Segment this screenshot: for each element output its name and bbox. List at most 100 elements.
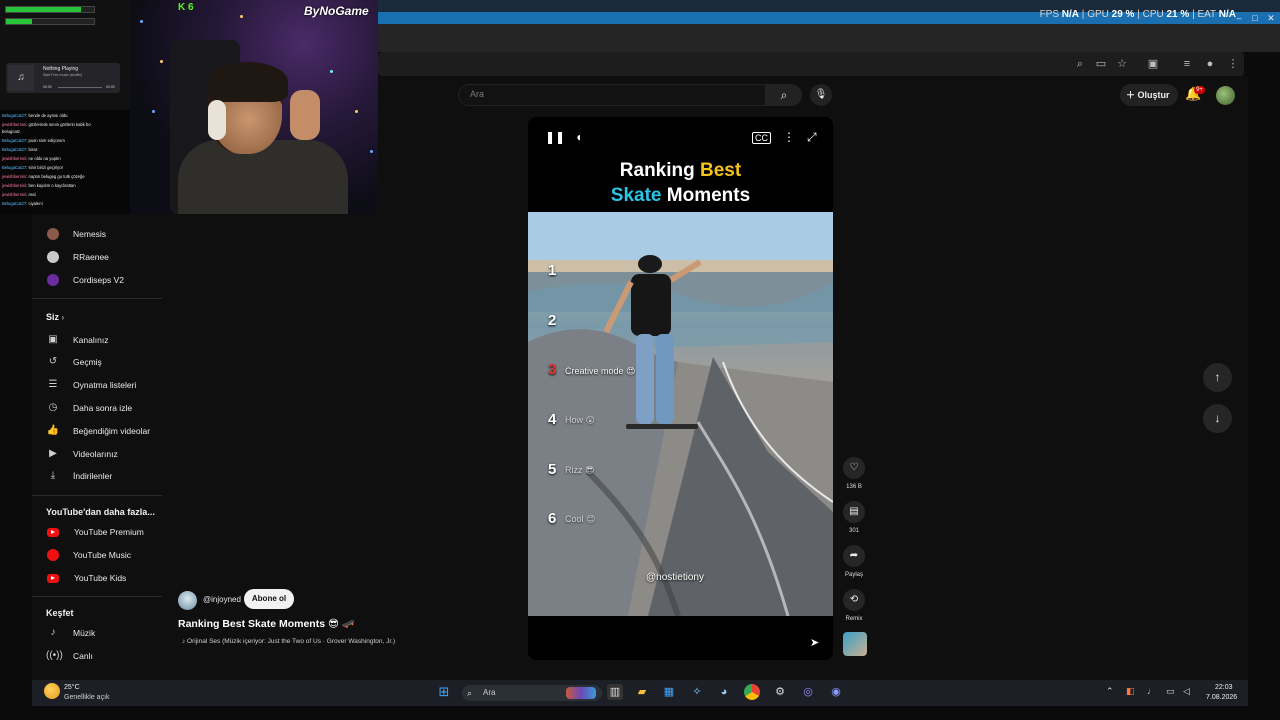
search-placeholder: Ara	[470, 89, 485, 99]
task-view-icon[interactable]: ▥	[607, 684, 623, 700]
comment-count: 301	[848, 528, 859, 534]
search-icon: ⌕	[467, 688, 473, 698]
close-icon[interactable]: ✕	[1264, 12, 1278, 24]
chat-text: ben kaydım o kaydırattan	[28, 183, 76, 188]
fairy-light	[240, 15, 243, 18]
windows-start-icon[interactable]: ⊞	[436, 684, 452, 700]
extensions-icon[interactable]: ▣	[1146, 57, 1160, 71]
zoom-icon[interactable]: ⌕	[1073, 57, 1087, 71]
sidebar-item-label: YouTube Music	[73, 550, 131, 560]
sidebar-item-youtube-music[interactable]: YouTube Music	[46, 545, 131, 565]
rank-5-number: 5	[548, 461, 557, 478]
volume-icon[interactable]: ◖	[575, 130, 582, 144]
sidebar-item-watch-later[interactable]: ◷ Daha sonra izle	[46, 398, 132, 418]
sidebar-divider	[32, 495, 162, 496]
bookmark-star-icon[interactable]: ☆	[1115, 57, 1129, 71]
playlist-icon: ☰	[48, 379, 58, 390]
microsoft-store-icon[interactable]: ▦	[661, 684, 677, 700]
short-audio-credit[interactable]: ♪ Orijinal Ses (Müzik içeriyor: Just the…	[182, 638, 395, 645]
steam-icon[interactable]: ◕	[716, 684, 732, 700]
kick-count: 6	[188, 2, 194, 13]
sidebar-item-downloads[interactable]: ⤓ İndirilenler	[46, 466, 112, 486]
chat-text: sinir birizi geçiriyor	[28, 165, 63, 170]
fairy-light	[160, 60, 163, 63]
download-icon: ⤓	[50, 470, 56, 481]
chat-message: BelugaCat27: ciyalen!	[2, 201, 43, 206]
sidebar-sub-cordiseps[interactable]: Cordiseps V2	[46, 270, 124, 290]
sidebar-sub-nemesis[interactable]: Nemesis	[46, 224, 106, 244]
weather-description[interactable]: Genellikle açık	[64, 694, 110, 701]
chat-text: naptın belugeg gu tutk çözeğe	[28, 174, 85, 179]
weather-temperature[interactable]: 25°C	[64, 684, 80, 691]
file-explorer-icon[interactable]: ▰	[634, 684, 650, 700]
subscribe-button[interactable]: Abone ol	[244, 589, 294, 609]
sidebar-divider	[32, 298, 162, 299]
settings-gear-icon[interactable]: ⚙	[772, 684, 788, 700]
remix-button[interactable]: ⟲	[843, 589, 865, 611]
youtube-logo-icon	[47, 527, 59, 537]
pause-icon[interactable]: ❚❚	[545, 130, 565, 144]
comments-button[interactable]: ▤	[843, 501, 865, 523]
tray-expand-icon[interactable]: ⌃	[1106, 686, 1114, 697]
sidebar-item-live[interactable]: ((•)) Canlı	[46, 646, 93, 666]
app-circle-icon[interactable]: ◎	[800, 684, 816, 700]
bar-fill	[6, 19, 33, 24]
sidebar-item-history[interactable]: ↺ Geçmiş	[46, 352, 102, 372]
sidebar-item-youtube-premium[interactable]: YouTube Premium	[46, 522, 144, 542]
fullscreen-icon[interactable]: ⤢	[807, 130, 817, 145]
share-button[interactable]: ➦	[843, 545, 865, 567]
tray-app-icon[interactable]: ◧	[1126, 686, 1135, 697]
rank-1-number: 1	[548, 262, 557, 279]
sidebar-item-your-videos[interactable]: ▶ Videolarınız	[46, 444, 118, 464]
sidebar-item-youtube-kids[interactable]: YouTube Kids	[46, 568, 126, 588]
sidebar-sub-rraenee[interactable]: RRaenee	[46, 247, 109, 267]
kick-logo-icon: K	[178, 2, 186, 13]
sound-thumbnail[interactable]	[843, 632, 867, 656]
cast-icon[interactable]: ▭	[1094, 57, 1108, 71]
fairy-light	[140, 20, 143, 23]
search-button[interactable]: ⌕	[766, 84, 802, 106]
next-short-button[interactable]: ↓	[1203, 404, 1232, 433]
taskbar-search[interactable]: ⌕ Ara	[462, 685, 602, 701]
voice-search-button[interactable]: 🎙	[810, 84, 832, 106]
short-video-title[interactable]: Ranking Best Skate Moments 😎 🛹	[178, 617, 355, 630]
taskbar-clock-time[interactable]: 22:03	[1215, 684, 1233, 691]
sidebar-item-music[interactable]: ♪ Müzik	[46, 623, 96, 643]
profile-icon[interactable]: ●	[1203, 57, 1217, 71]
account-avatar[interactable]	[1216, 86, 1235, 105]
sidebar-item-label: Geçmiş	[73, 357, 102, 367]
video-frame[interactable]	[528, 212, 833, 616]
like-button[interactable]: ♡	[843, 457, 865, 479]
sidebar-item-label: Canlı	[73, 651, 93, 661]
chrome-icon[interactable]	[744, 684, 760, 700]
display-tray-icon[interactable]: ▭	[1166, 686, 1175, 697]
create-button[interactable]: ＋ Oluştur	[1120, 84, 1178, 106]
weather-sun-icon[interactable]	[44, 683, 60, 699]
sidebar-item-liked-videos[interactable]: 👍 Beğendiğim videolar	[46, 421, 150, 441]
speaker-tray-icon[interactable]: ◁	[1183, 686, 1190, 697]
channel-name[interactable]: @injoyned	[203, 595, 241, 604]
sidebar-item-playlists[interactable]: ☰ Oynatma listeleri	[46, 375, 137, 395]
sidebar-item-your-channel[interactable]: ▣ Kanalınız	[46, 330, 108, 350]
media-control-icon[interactable]: ≡	[1180, 57, 1194, 71]
microphone-tray-icon[interactable]: ♩	[1147, 686, 1156, 696]
sidebar-item-label: Nemesis	[73, 229, 107, 239]
streamer-hand	[290, 90, 320, 140]
video-icon: ▶	[49, 448, 57, 459]
browser-menu-icon[interactable]: ⋮	[1226, 57, 1240, 71]
taskbar-clock-date[interactable]: 7.08.2026	[1206, 694, 1237, 701]
channel-avatar[interactable]	[178, 591, 197, 610]
rank-4-label: How 😲	[565, 415, 595, 425]
title-word: Moments	[661, 185, 751, 206]
search-input[interactable]	[458, 84, 766, 106]
captions-icon[interactable]: CC	[752, 132, 771, 144]
chat-text: biraz	[28, 147, 38, 152]
previous-short-button[interactable]: ↑	[1203, 363, 1232, 392]
more-options-icon[interactable]: ⋮	[783, 130, 795, 144]
search-highlight-image	[566, 687, 596, 699]
network-app-icon[interactable]: ✧	[689, 684, 705, 700]
chat-text: pusn sinir ediyorum	[28, 138, 65, 143]
sidebar-you-heading[interactable]: Siz ›	[46, 312, 64, 322]
maximize-icon[interactable]: □	[1248, 12, 1262, 24]
discord-icon[interactable]: ◉	[828, 684, 844, 700]
